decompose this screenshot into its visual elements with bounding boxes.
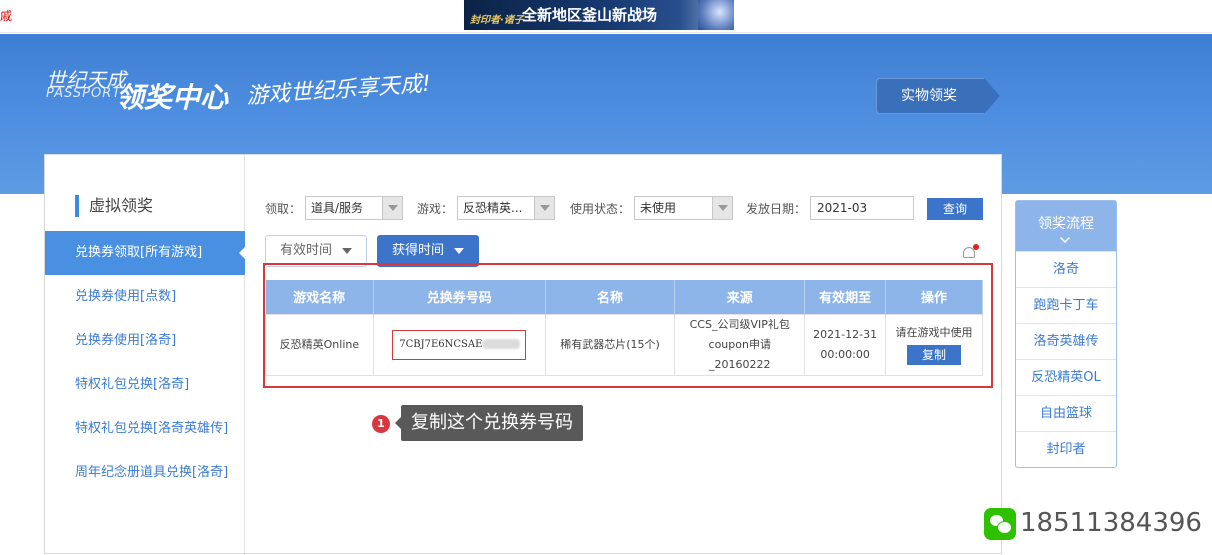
active-notch-icon: [239, 246, 246, 260]
page-title: 领奖中心: [116, 81, 229, 114]
topbar-edge-text: 戚: [0, 9, 13, 23]
watermark-phone: 18511384396: [1020, 508, 1202, 538]
issue-date-input[interactable]: 2021-03: [810, 196, 914, 220]
table-row: 反恐精英Online 7CBJ7E6NCSAE 稀有武器芯片(15个) CCS_…: [265, 313, 983, 376]
coupon-code-text: 7CBJ7E6NCSAE: [399, 338, 483, 350]
column-header-code: 兑换券号码: [373, 280, 546, 314]
process-item-freestyle[interactable]: 自由篮球: [1016, 395, 1116, 431]
process-panel: 领奖流程 洛奇 跑跑卡丁车 洛奇英雄传 反恐精英OL 自由篮球 封印者: [1015, 200, 1117, 468]
cell-expires: 2021-12-31 00:00:00: [804, 313, 887, 376]
sidebar-item-coupon-mabinogi[interactable]: 兑换券使用[洛奇]: [45, 319, 245, 363]
column-header-source: 来源: [674, 280, 806, 314]
use-in-game-text: 请在游戏中使用: [895, 326, 973, 339]
sidebar-item-anniversary[interactable]: 周年纪念册道具兑换[洛奇]: [45, 451, 245, 495]
sidebar-item-vip-pack-heroes[interactable]: 特权礼包兑换[洛奇英雄传]: [45, 407, 245, 451]
notification-dot: [973, 244, 979, 250]
arrow-right-icon: [984, 78, 1000, 114]
cell-name: 稀有武器芯片(15个): [544, 313, 676, 376]
column-header-expires: 有效期至: [804, 280, 887, 314]
coupon-code-box[interactable]: 7CBJ7E6NCSAE: [392, 329, 527, 360]
banner-ad-text: 全新地区釜山新战场: [522, 6, 658, 24]
game-select[interactable]: 反恐精英...: [457, 196, 555, 220]
brand-slogan: 游戏世纪乐享天成!: [245, 71, 432, 110]
date-filter-label: 发放日期：: [746, 202, 807, 216]
physical-prize-button[interactable]: 实物领奖: [876, 78, 1000, 114]
sidebar-item-vip-pack-mabinogi[interactable]: 特权礼包兑换[洛奇]: [45, 363, 245, 407]
sidebar-item-label: 周年纪念册道具兑换[洛奇]: [75, 465, 229, 480]
coupon-table: 游戏名称 兑换券号码 名称 来源 有效期至 操作 反恐精英Online 7CBJ…: [265, 280, 983, 376]
column-header-game: 游戏名称: [265, 280, 374, 314]
top-bar: 戚 封印者·诸子 全新地区釜山新战场: [0, 0, 1212, 33]
notification-bell-icon[interactable]: [961, 244, 979, 261]
cell-game: 反恐精英Online: [265, 313, 374, 376]
sidebar-item-label: 特权礼包兑换[洛奇]: [75, 377, 190, 392]
annotation-tip-text: 复制这个兑换券号码: [395, 405, 583, 441]
cell-source: CCS_公司级VIP礼包coupon申请_20160222: [674, 313, 806, 376]
physical-prize-label: 实物领奖: [876, 78, 984, 114]
sidebar-item-coupon-points[interactable]: 兑换券使用[点数]: [45, 275, 245, 319]
banner-ad[interactable]: 封印者·诸子 全新地区釜山新战场: [464, 0, 734, 30]
claim-filter-label: 领取：: [265, 202, 302, 216]
process-panel-header[interactable]: 领奖流程: [1016, 201, 1116, 251]
process-item-mabinogi-heroes[interactable]: 洛奇英雄传: [1016, 323, 1116, 359]
table-header-row: 游戏名称 兑换券号码 名称 来源 有效期至 操作: [265, 280, 983, 314]
process-panel-title: 领奖流程: [1038, 216, 1094, 232]
game-filter-label: 游戏：: [417, 202, 454, 216]
chevron-down-icon: [534, 197, 554, 219]
process-item-counter-strike[interactable]: 反恐精英OL: [1016, 359, 1116, 395]
status-select[interactable]: 未使用: [634, 196, 733, 220]
brand-logo-en: PASSPORT: [46, 86, 122, 101]
cell-action: 请在游戏中使用 复制: [885, 313, 983, 376]
cell-code: 7CBJ7E6NCSAE: [372, 313, 546, 376]
query-button[interactable]: 查询: [927, 198, 983, 220]
sidebar-item-label: 特权礼包兑换[洛奇英雄传]: [75, 421, 229, 436]
process-item-kartrider[interactable]: 跑跑卡丁车: [1016, 287, 1116, 323]
claim-type-value: 道具/服务: [311, 201, 364, 215]
sidebar-item-label: 兑换券领取[所有游戏]: [75, 245, 203, 260]
contact-watermark: 18511384396: [984, 505, 1202, 541]
sidebar-item-label: 兑换券使用[点数]: [75, 289, 177, 304]
sidebar: 虚拟领奖 兑换券领取[所有游戏] 兑换券使用[点数] 兑换券使用[洛奇] 特权礼…: [45, 155, 246, 555]
copy-button[interactable]: 复制: [907, 345, 962, 365]
sort-valid-time-label: 有效时间: [280, 243, 333, 258]
chevron-down-icon: [712, 197, 732, 219]
claim-type-select[interactable]: 道具/服务: [305, 196, 403, 220]
main-panel: 虚拟领奖 兑换券领取[所有游戏] 兑换券使用[点数] 兑换券使用[洛奇] 特权礼…: [44, 154, 1002, 555]
caret-down-icon: [454, 247, 465, 254]
banner-ad-character-image: [698, 0, 734, 30]
sidebar-item-coupon-claim[interactable]: 兑换券领取[所有游戏]: [45, 231, 246, 275]
game-value: 反恐精英...: [463, 201, 523, 215]
column-header-action: 操作: [885, 280, 983, 314]
chevron-down-icon: [1060, 233, 1070, 243]
process-item-mabinogi[interactable]: 洛奇: [1016, 251, 1116, 287]
redacted-code-blur: [482, 339, 521, 349]
process-item-closers[interactable]: 封印者: [1016, 431, 1116, 467]
wechat-icon: [984, 507, 1016, 540]
sort-obtain-time-label: 获得时间: [392, 243, 445, 258]
sidebar-title: 虚拟领奖: [75, 195, 153, 217]
status-value: 未使用: [640, 201, 677, 215]
status-filter-label: 使用状态：: [570, 202, 631, 216]
step-number-badge: 1: [372, 415, 390, 433]
banner-ad-logo: 封印者·诸子: [470, 15, 524, 26]
chevron-down-icon: [382, 197, 402, 219]
column-header-name: 名称: [545, 280, 676, 314]
sidebar-item-label: 兑换券使用[洛奇]: [75, 333, 177, 348]
caret-down-icon: [342, 247, 353, 254]
